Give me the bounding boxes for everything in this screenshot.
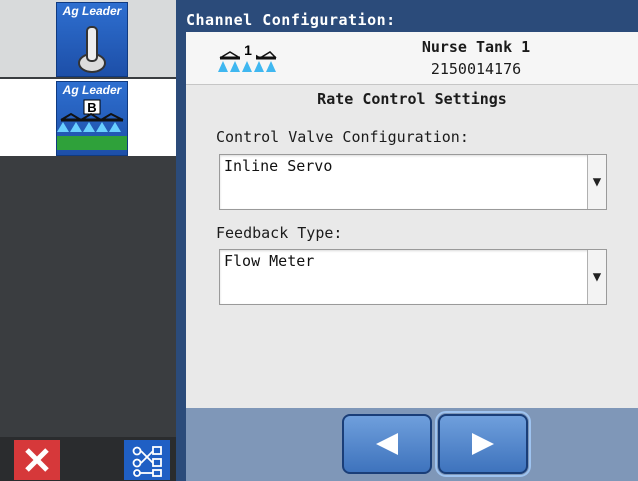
network-diagram-icon [132, 446, 162, 477]
dropdown-arrow[interactable]: ▼ [587, 250, 606, 304]
device-header: 1 Nurse Tank 1 2150014176 [186, 32, 638, 85]
control-valve-select[interactable]: Inline Servo ▼ [219, 154, 607, 210]
sidebar: Ag Leader Ag Leader B [0, 0, 176, 481]
control-valve-label: Control Valve Configuration: [216, 128, 469, 146]
ag-leader-badge: Ag Leader B [56, 81, 128, 156]
navigation-bar [186, 408, 638, 481]
feedback-type-select[interactable]: Flow Meter ▼ [219, 249, 607, 305]
feedback-type-value: Flow Meter [224, 252, 315, 270]
dropdown-arrow[interactable]: ▼ [587, 155, 606, 209]
device-name: Nurse Tank 1 [421, 38, 531, 56]
window-title: Channel Configuration: [186, 11, 396, 29]
chevron-down-icon: ▼ [592, 269, 602, 285]
boom-section-letter: B [87, 100, 97, 115]
sidebar-tile-sprayer[interactable]: Ag Leader B [0, 79, 176, 156]
back-button[interactable] [342, 414, 432, 474]
arrow-left-icon [376, 433, 398, 455]
device-serial: 2150014176 [430, 60, 522, 78]
ag-leader-badge: Ag Leader [56, 2, 128, 77]
toggle-switch-icon [78, 26, 106, 73]
cancel-button[interactable] [14, 440, 60, 480]
close-icon [25, 448, 49, 472]
brand-label: Ag Leader [62, 83, 122, 97]
network-menu-button[interactable] [124, 440, 170, 480]
feedback-type-label: Feedback Type: [216, 224, 343, 242]
main-panel: Channel Configuration: 1 Nurse Tank 1 21… [176, 0, 638, 481]
chevron-down-icon: ▼ [592, 174, 602, 190]
content-area: 1 Nurse Tank 1 2150014176 Rate Control S… [186, 32, 638, 408]
sidebar-tile-toggle[interactable]: Ag Leader [0, 0, 176, 77]
control-valve-value: Inline Servo [224, 157, 333, 175]
channel-number: 1 [244, 42, 252, 58]
arrow-right-icon [472, 433, 494, 455]
next-button[interactable] [435, 411, 531, 477]
brand-label: Ag Leader [62, 4, 122, 18]
section-title: Rate Control Settings [317, 90, 507, 108]
